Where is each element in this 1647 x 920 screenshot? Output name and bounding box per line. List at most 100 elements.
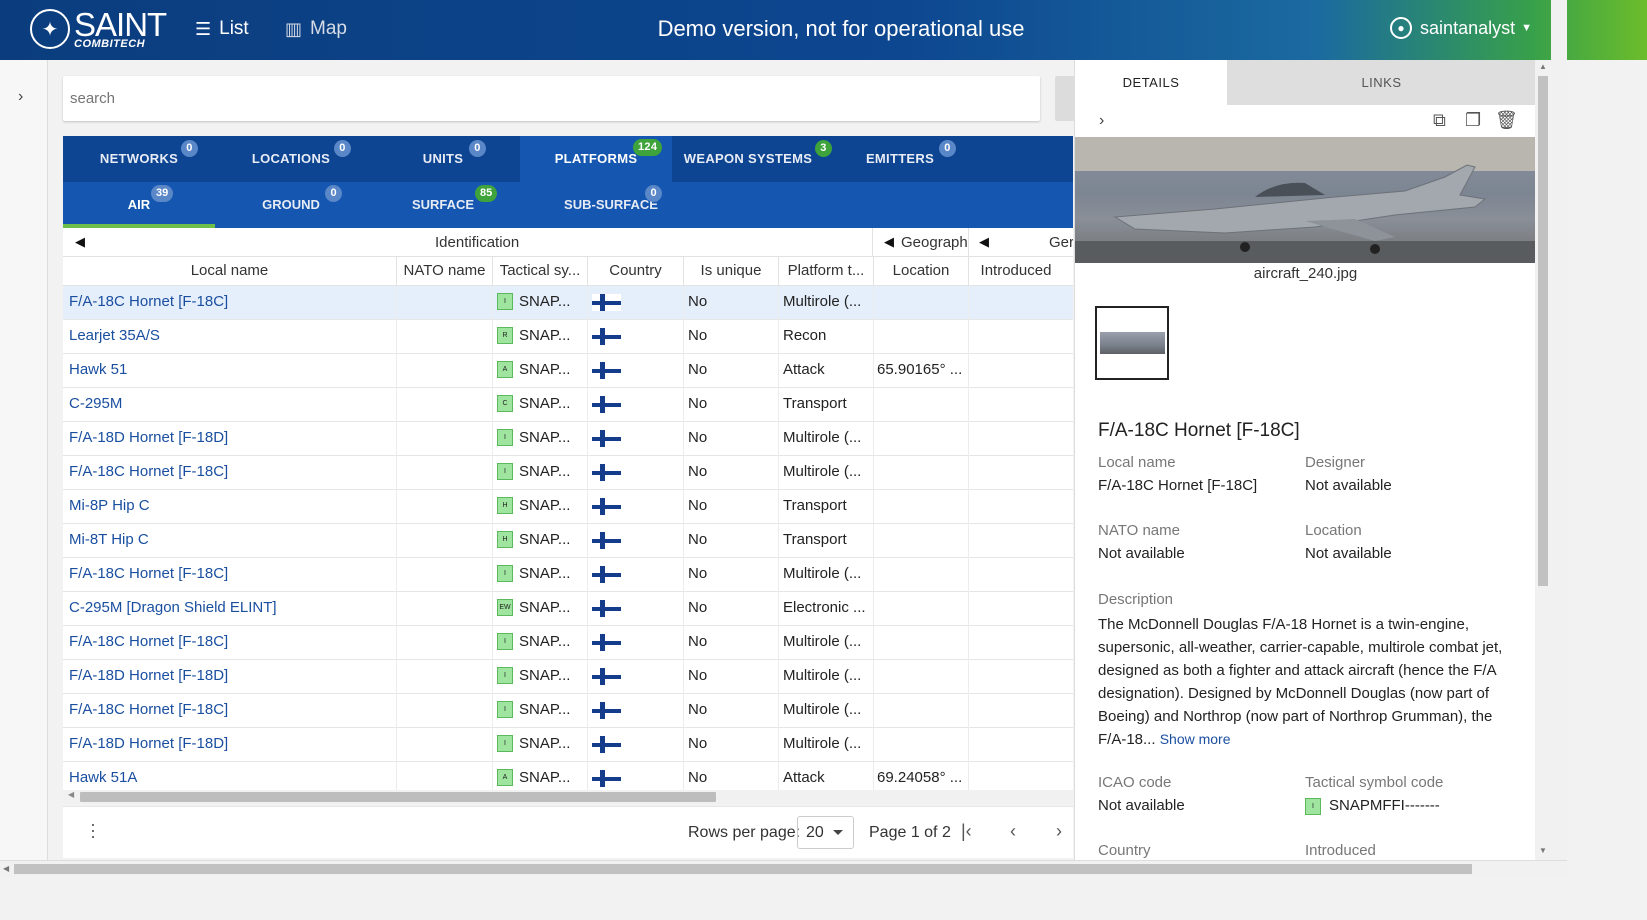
col-nato-name[interactable]: NATO name [397, 262, 492, 279]
page-horizontal-scrollbar[interactable]: ◀ [0, 860, 1567, 876]
scroll-up-icon[interactable]: ▲ [1539, 62, 1547, 71]
local-name-cell[interactable]: F/A-18C Hornet [F-18C] [69, 286, 389, 320]
tactical-symbol-text: SNAP... [519, 429, 571, 446]
tab-label: NETWORKS [99, 151, 179, 166]
count-badge: 0 [939, 140, 956, 157]
scrollbar-thumb[interactable] [14, 864, 1472, 874]
next-page-icon[interactable]: › [1056, 821, 1062, 842]
table-row[interactable]: C-295M C SNAP... No Transport [63, 388, 1073, 422]
table-row[interactable]: F/A-18C Hornet [F-18C] I SNAP... No Multirol… [63, 694, 1073, 728]
local-name-cell[interactable]: C-295M [69, 388, 389, 422]
table-horizontal-scrollbar[interactable]: ◀ [63, 790, 1073, 804]
image-filename: aircraft_240.jpg [1253, 265, 1358, 282]
more-options-icon[interactable]: · · · [90, 815, 96, 845]
tab-platforms[interactable]: PLATFORMS 124 [520, 136, 672, 182]
table-row[interactable]: C-295M [Dragon Shield ELINT] EW SNAP... No E… [63, 592, 1073, 626]
local-name-cell[interactable]: F/A-18C Hornet [F-18C] [69, 558, 389, 592]
local-name-cell[interactable]: F/A-18C Hornet [F-18C] [69, 626, 389, 660]
collapse-panel-icon[interactable]: › [1099, 112, 1104, 130]
col-tactical-symbol[interactable]: Tactical sy... [493, 262, 587, 279]
tab-sub-surface[interactable]: SUB-SURFACE 0 [535, 182, 687, 228]
is-unique-cell: No [688, 395, 708, 412]
search-input[interactable] [63, 76, 1040, 121]
copy-icon[interactable]: ❐ [1465, 110, 1481, 131]
col-local-name[interactable]: Local name [63, 262, 396, 279]
details-vertical-scrollbar[interactable]: ▲ ▼ [1535, 60, 1551, 860]
tactical-symbol-icon: R [497, 326, 513, 344]
scroll-left-icon[interactable]: ◀ [979, 234, 989, 250]
col-country[interactable]: Country [588, 262, 683, 279]
subcategory-tabs: AIR 39 GROUND 0 SURFACE 85 SUB-SURFACE 0 [63, 182, 1073, 228]
scroll-left-icon[interactable]: ◀ [884, 234, 894, 250]
delete-icon[interactable]: 🗑 [1495, 110, 1518, 131]
scroll-down-icon[interactable]: ▼ [1539, 846, 1547, 855]
open-external-icon[interactable]: ⧉ [1433, 110, 1446, 131]
tab-units[interactable]: UNITS 0 [367, 136, 519, 182]
local-name-cell[interactable]: F/A-18D Hornet [F-18D] [69, 728, 389, 762]
tab-ground[interactable]: GROUND 0 [215, 182, 367, 228]
image-thumbnail[interactable] [1095, 306, 1169, 380]
tactical-symbol-cell: C SNAP... [497, 388, 583, 422]
tab-networks[interactable]: NETWORKS 0 [63, 136, 215, 182]
user-menu[interactable]: ● saintanalyst ▼ [1390, 17, 1532, 39]
table-row[interactable]: Learjet 35A/S R SNAP... No Recon [63, 320, 1073, 354]
table-pagination: · · · Rows per page: 20 Page 1 of 2 |‹ ‹ › [63, 806, 1073, 858]
scroll-left-icon[interactable]: ◀ [75, 234, 85, 250]
tab-air[interactable]: AIR 39 [63, 182, 215, 228]
left-rail: › [0, 60, 48, 860]
local-name-cell[interactable]: F/A-18C Hornet [F-18C] [69, 456, 389, 490]
scrollbar-thumb[interactable] [80, 792, 716, 802]
col-introduced[interactable]: Introduced [969, 262, 1063, 279]
scrollbar-thumb[interactable] [1538, 76, 1548, 586]
rows-per-page-select[interactable]: 20 [797, 816, 854, 849]
col-location[interactable]: Location [874, 262, 968, 279]
platform-type-cell: Attack [783, 361, 825, 378]
tab-links[interactable]: LINKS [1227, 60, 1536, 105]
local-name-cell[interactable]: F/A-18D Hornet [F-18D] [69, 660, 389, 694]
expand-chevron-icon[interactable]: › [18, 88, 23, 106]
page-vertical-scrollbar[interactable] [1551, 0, 1567, 876]
table-row[interactable]: F/A-18C Hornet [F-18C] I SNAP... No Multirol… [63, 558, 1073, 592]
table-row[interactable]: Mi-8P Hip C H SNAP... No Transport [63, 490, 1073, 524]
table-row[interactable]: F/A-18D Hornet [F-18D] I SNAP... No Multirol… [63, 422, 1073, 456]
tab-emitters[interactable]: EMITTERS 0 [824, 136, 976, 182]
finland-flag-icon [592, 328, 621, 345]
first-page-icon[interactable]: |‹ [961, 821, 972, 842]
country-label: Country [1098, 842, 1151, 859]
table-row[interactable]: Hawk 51 A SNAP... No Attack 65.90165° ... [63, 354, 1073, 388]
table-row[interactable]: F/A-18D Hornet [F-18D] I SNAP... No Multirol… [63, 728, 1073, 762]
col-platform-type[interactable]: Platform t... [779, 262, 873, 279]
tactical-symbol-text: SNAP... [519, 633, 571, 650]
local-name-cell[interactable]: Mi-8P Hip C [69, 490, 389, 524]
local-name-cell[interactable]: Mi-8T Hip C [69, 524, 389, 558]
table-row[interactable]: F/A-18D Hornet [F-18D] I SNAP... No Multirol… [63, 660, 1073, 694]
tab-details[interactable]: DETAILS [1075, 60, 1227, 105]
tab-weapon-systems[interactable]: WEAPON SYSTEMS 3 [672, 136, 832, 182]
table-row[interactable]: Mi-8T Hip C H SNAP... No Transport [63, 524, 1073, 558]
local-name-cell[interactable]: Learjet 35A/S [69, 320, 389, 354]
introduced-label: Introduced [1305, 842, 1376, 859]
tab-surface[interactable]: SURFACE 85 [367, 182, 519, 228]
scroll-left-arrow-icon[interactable]: ◀ [3, 864, 9, 873]
table-row[interactable]: F/A-18C Hornet [F-18C] I SNAP... No Multirol… [63, 626, 1073, 660]
tab-locations[interactable]: LOCATIONS 0 [215, 136, 367, 182]
tactical-symbol-icon: I [497, 462, 513, 480]
local-name-cell[interactable]: Hawk 51 [69, 354, 389, 388]
local-name-cell[interactable]: F/A-18C Hornet [F-18C] [69, 694, 389, 728]
local-name-cell[interactable]: C-295M [Dragon Shield ELINT] [69, 592, 389, 626]
platform-type-cell: Multirole (... [783, 735, 862, 752]
platform-type-cell: Recon [783, 327, 827, 344]
tactical-symbol-text: SNAP... [519, 293, 571, 310]
show-more-link[interactable]: Show more [1160, 731, 1231, 747]
tactical-symbol-icon: I [497, 428, 513, 446]
tactical-symbol-text: SNAP... [519, 701, 571, 718]
col-is-unique[interactable]: Is unique [684, 262, 778, 279]
location-cell [877, 558, 965, 592]
table-row[interactable]: F/A-18C Hornet [F-18C] I SNAP... No Multirol… [63, 286, 1073, 320]
table-row[interactable]: F/A-18C Hornet [F-18C] I SNAP... No Multirol… [63, 456, 1073, 490]
finland-flag-icon [592, 566, 621, 583]
scroll-left-arrow-icon[interactable]: ◀ [68, 790, 74, 799]
previous-page-icon[interactable]: ‹ [1010, 821, 1016, 842]
tactical-symbol-text: SNAP... [519, 327, 571, 344]
local-name-cell[interactable]: F/A-18D Hornet [F-18D] [69, 422, 389, 456]
